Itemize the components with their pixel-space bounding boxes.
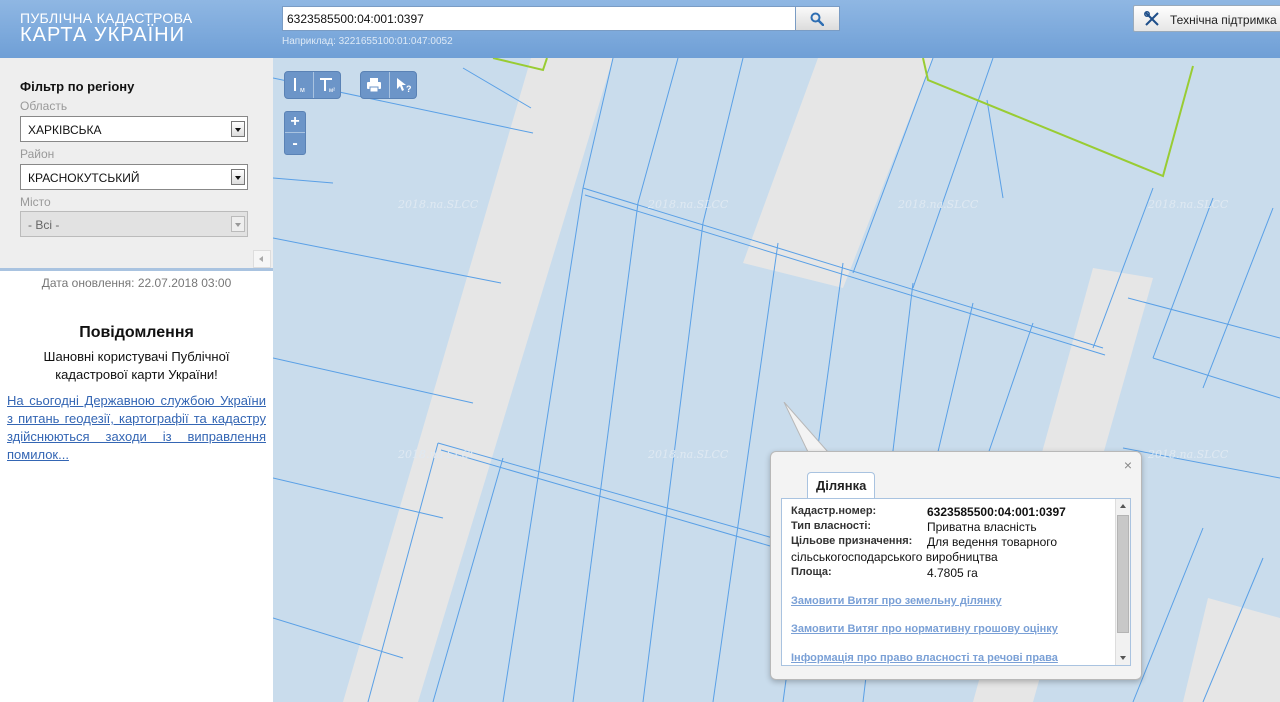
order-extract-parcel-link[interactable]: Замовити Витяг про земельну ділянку (791, 595, 1002, 607)
purpose-label: Цільове призначення: (791, 535, 913, 547)
parcel-info-popup: × Ділянка Кадастр.номер: 6323585500:04:0… (770, 451, 1142, 680)
cadastral-label: Кадастр.номер: (791, 505, 877, 517)
watermark: 2018.na.SLCC (1148, 198, 1229, 211)
purpose-value-continued: сільськогосподарського виробництва (791, 550, 998, 564)
purpose-row: Цільове призначення: Для ведення товарно… (791, 535, 1057, 549)
misto-select-value: - Всі - (28, 218, 60, 232)
cadastral-row: Кадастр.номер: 6323585500:04:001:0397 (791, 505, 1066, 519)
ownership-rights-link[interactable]: Інформація про право власності та речові… (791, 652, 1058, 664)
close-icon[interactable]: × (1121, 458, 1135, 472)
news-title: Повідомлення (79, 324, 194, 341)
identify-button[interactable]: ? (389, 72, 416, 98)
tab-parcel[interactable]: Ділянка (807, 472, 875, 499)
order-extract-valuation-link[interactable]: Замовити Витяг про нормативну грошову оц… (791, 623, 1058, 635)
search-input[interactable] (282, 6, 796, 31)
raion-select[interactable]: КРАСНОКУТСЬКИЙ (20, 164, 248, 190)
parcel-info-body: Кадастр.номер: 6323585500:04:001:0397 Ти… (781, 498, 1131, 666)
filter-title: Фільтр по регіону (20, 79, 135, 94)
news-text: Шановні користувачі Публічної кадастрово… (43, 349, 230, 382)
measure-distance-button[interactable]: м (285, 72, 312, 98)
tech-support-button[interactable]: Технічна підтримка (1133, 5, 1280, 32)
tools-icon (1144, 11, 1159, 26)
zoom-in-button[interactable]: + (285, 112, 305, 133)
area-row: Площа: 4.7805 га (791, 566, 978, 580)
watermark: 2018.na.SLCC (1148, 448, 1229, 461)
area-value: 4.7805 га (927, 566, 978, 580)
watermark: 2018.na.SLCC (398, 198, 479, 211)
popup-pointer (783, 402, 830, 453)
misto-select[interactable]: - Всі - (20, 211, 248, 237)
tech-support-label: Технічна підтримка (1170, 13, 1277, 27)
zoom-control: + - (284, 111, 306, 155)
ownership-label: Тип власності: (791, 520, 872, 532)
search-hint: Наприклад: 3221655100:01:047:0052 (282, 36, 453, 47)
measure-toolbar: м м² (284, 71, 341, 99)
ruler-icon: м (294, 78, 305, 94)
scroll-thumb[interactable] (1117, 515, 1129, 633)
svg-text:?: ? (406, 84, 412, 94)
watermark: 2018.na.SLCC (398, 448, 479, 461)
search-icon (810, 12, 824, 26)
road (343, 58, 613, 702)
watermark: 2018.na.SLCC (648, 198, 729, 211)
chevron-down-icon (231, 216, 245, 232)
logo-title-main: КАРТА УКРАЇНИ (20, 24, 185, 46)
print-toolbar: ? (360, 71, 417, 99)
oblast-select[interactable]: ХАРКІВСЬКА (20, 116, 248, 142)
area-label: Площа: (791, 566, 832, 578)
print-button[interactable] (361, 72, 388, 98)
update-date: Дата оновлення: 22.07.2018 03:00 (41, 276, 232, 290)
scroll-up-button[interactable] (1116, 499, 1130, 513)
chevron-down-icon (231, 121, 245, 137)
popup-scrollbar[interactable] (1115, 499, 1130, 665)
app-header: ПУБЛІЧНА КАДАСТРОВА КАРТА УКРАЇНИ Наприк… (0, 0, 1280, 58)
ownership-row: Тип власності: Приватна власність (791, 520, 1037, 534)
measure-area-button[interactable]: м² (313, 72, 340, 98)
printer-icon (367, 78, 381, 93)
raion-label: Район (20, 147, 55, 161)
oblast-select-value: ХАРКІВСЬКА (28, 123, 102, 137)
sidebar: Фільтр по регіону Область ХАРКІВСЬКА Рай… (0, 58, 273, 702)
scroll-down-button[interactable] (1116, 651, 1130, 665)
svg-text:м: м (300, 87, 305, 94)
tab-parcel-label: Ділянка (816, 478, 867, 493)
area-ruler-icon: м² (320, 78, 335, 94)
chevron-down-icon (231, 169, 245, 185)
region-filter-panel: Фільтр по регіону Область ХАРКІВСЬКА Рай… (0, 58, 273, 271)
oblast-label: Область (20, 99, 68, 113)
cursor-question-icon: ? (397, 78, 412, 94)
news-link[interactable]: На сьогодні Державною службою України з … (7, 392, 266, 464)
watermark: 2018.na.SLCC (898, 198, 979, 211)
zoom-out-button[interactable]: - (285, 134, 305, 155)
collapse-sidebar-button[interactable] (253, 250, 271, 268)
misto-label: Місто (20, 195, 51, 209)
ownership-value: Приватна власність (927, 520, 1037, 534)
watermark: 2018.na.SLCC (648, 448, 729, 461)
road (1183, 598, 1280, 702)
purpose-value: Для ведення товарного (927, 535, 1058, 549)
raion-select-value: КРАСНОКУТСЬКИЙ (28, 171, 140, 185)
cadastral-value: 6323585500:04:001:0397 (927, 505, 1066, 519)
search-button[interactable] (796, 6, 840, 31)
svg-text:м²: м² (329, 88, 335, 94)
road (743, 58, 933, 288)
